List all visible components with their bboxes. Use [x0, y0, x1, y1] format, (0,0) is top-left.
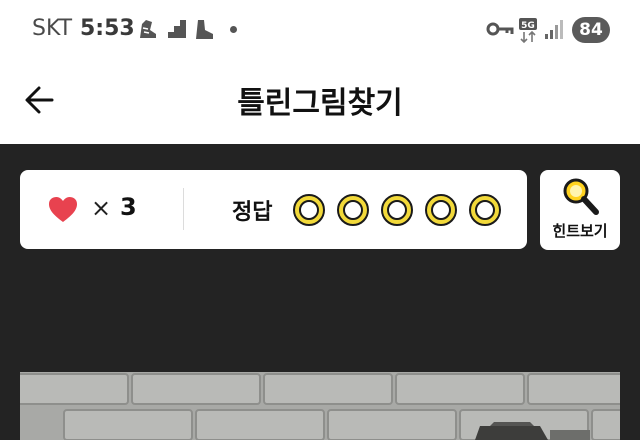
signal-strength-icon	[545, 20, 563, 39]
answer-slot-icon	[293, 194, 325, 226]
app-header: 틀린그림찾기	[0, 60, 640, 144]
hint-button[interactable]: 힌트보기	[540, 170, 620, 250]
lives-multiplier: ×	[91, 198, 111, 220]
answer-slots	[292, 193, 502, 227]
answer-slot-icon	[381, 194, 413, 226]
answer-rings	[293, 194, 501, 226]
puzzle-image[interactable]	[20, 372, 620, 440]
game-status-card: × 3 정답	[20, 170, 527, 249]
carrier-label: SKT	[32, 16, 73, 41]
multiply-icon: ×	[91, 198, 111, 220]
answer-slot-icon	[425, 194, 457, 226]
heart-icon	[49, 197, 77, 222]
5g-network-icon: 5G	[519, 18, 537, 44]
boot-icon	[196, 20, 213, 39]
network-type-label: 5G	[521, 21, 535, 31]
vpn-key-icon	[486, 22, 514, 36]
hint-label: 힌트보기	[552, 222, 608, 240]
kitchen-tile-wall	[20, 372, 620, 440]
answer-label: 정답	[232, 200, 273, 225]
answer-slot-icon	[469, 194, 501, 226]
battery-indicator: 84	[572, 17, 610, 43]
stairs-icon	[168, 20, 186, 38]
clock: 5:53	[80, 16, 135, 41]
status-bar: SKT 5:53 5G 84	[0, 0, 640, 60]
answer-slot-icon	[337, 194, 369, 226]
divider	[183, 188, 184, 230]
more-notifications-dot	[230, 26, 237, 33]
page-title: 틀린그림찾기	[237, 86, 403, 121]
lives-count: 3	[120, 193, 137, 221]
sneaker-icon	[140, 20, 156, 38]
magnifier-icon	[563, 178, 599, 215]
